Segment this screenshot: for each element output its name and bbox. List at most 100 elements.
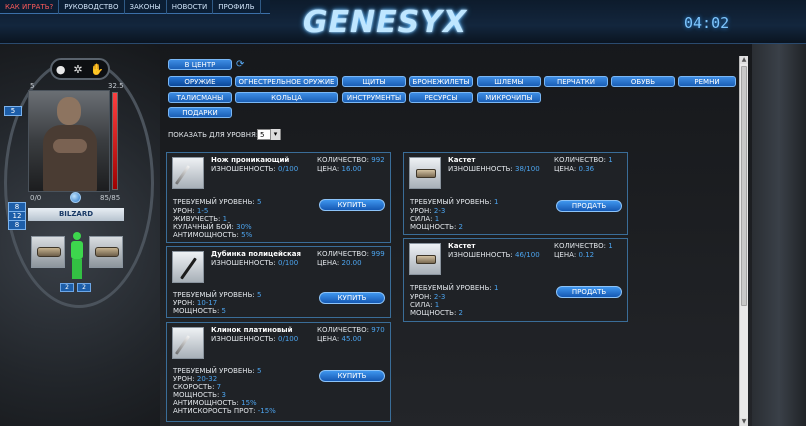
shop-item-card: Клинок платиновый ИЗНОШЕННОСТЬ: 0/100 КО… (166, 322, 391, 422)
item-stat: МОЩНОСТЬ: 2 (410, 309, 464, 317)
cat-gloves[interactable]: ПЕРЧАТКИ (544, 76, 608, 87)
shop-item-card: Нож проникающий ИЗНОШЕННОСТЬ: 0/100 КОЛИ… (166, 152, 391, 243)
scroll-thumb[interactable] (741, 66, 747, 306)
sell-button[interactable]: ПРОДАТЬ (556, 200, 622, 212)
item-price: ЦЕНА: 45.00 (317, 335, 362, 343)
item-stat: УРОН: 1-5 (173, 207, 209, 215)
item-stat: ТРЕБУЕМЫЙ УРОВЕНЬ: 5 (173, 367, 262, 375)
character-name[interactable]: BILZARD (28, 208, 124, 221)
gear-icon[interactable]: ✲ (73, 63, 82, 76)
item-name: Дубинка полицейская (211, 250, 301, 258)
game-clock: 04:02 (684, 14, 730, 32)
item-stat: ТРЕБУЕМЫЙ УРОВЕНЬ: 5 (173, 291, 262, 299)
hand-icon[interactable]: ✋ (90, 63, 104, 76)
item-stat: АНТИМОЩНОСТЬ: 5% (173, 231, 253, 239)
cat-tools[interactable]: ИНСТРУМЕНТЫ (342, 92, 406, 103)
item-stat: УРОН: 20-32 (173, 375, 218, 383)
item-quantity: КОЛИЧЕСТВО: 992 (317, 156, 385, 164)
buy-button[interactable]: КУПИТЬ (319, 292, 385, 304)
cat-helmets[interactable]: ШЛЕМЫ (477, 76, 541, 87)
buy-button[interactable]: КУПИТЬ (319, 199, 385, 211)
item-stat: ТРЕБУЕМЫЙ УРОВЕНЬ: 5 (173, 198, 262, 206)
item-stat: УРОН: 10-17 (173, 299, 218, 307)
cat-shields[interactable]: ЩИТЫ (342, 76, 406, 87)
buy-button[interactable]: КУПИТЬ (319, 370, 385, 382)
item-stat: УРОН: 2-3 (410, 293, 446, 301)
item-stat: ЖИВУЧЕСТЬ: 1 (173, 215, 228, 223)
item-name: Кастет (448, 156, 476, 164)
item-stat: СИЛА: 1 (410, 215, 440, 223)
item-price: ЦЕНА: 0.36 (554, 165, 595, 173)
knuckle-icon (95, 247, 119, 257)
item-stat: КУЛАЧНЫЙ БОЙ: 30% (173, 223, 252, 231)
health-value: 85/85 (100, 194, 121, 202)
to-center-button[interactable]: В ЦЕНТР (168, 59, 232, 70)
slot-count-left: 2 (60, 283, 74, 292)
right-hand-slot[interactable] (89, 236, 123, 268)
item-stat: УРОН: 2-3 (410, 207, 446, 215)
cat-belts[interactable]: РЕМНИ (678, 76, 736, 87)
item-price: ЦЕНА: 20.00 (317, 259, 362, 267)
top-nav: КАК ИГРАТЬ? РУКОВОДСТВО ЗАКОНЫ НОВОСТИ П… (0, 0, 270, 14)
cat-firearms[interactable]: ОГНЕСТРЕЛЬНОЕ ОРУЖИЕ (235, 76, 338, 87)
cat-armor[interactable]: БРОНЕЖИЛЕТЫ (409, 76, 473, 87)
item-quantity: КОЛИЧЕСТВО: 1 (554, 242, 613, 250)
nav-news[interactable]: НОВОСТИ (167, 0, 214, 14)
item-name: Кастет (448, 242, 476, 250)
item-durability: ИЗНОШЕННОСТЬ: 0/100 (211, 165, 299, 173)
character-portrait (28, 90, 110, 192)
item-stat: ТРЕБУЕМЫЙ УРОВЕНЬ: 1 (410, 284, 499, 292)
user-icon[interactable]: ● (56, 63, 66, 76)
right-frame (752, 44, 806, 426)
inventory-item-card: Кастет ИЗНОШЕННОСТЬ: 46/100 КОЛИЧЕСТВО: … (403, 238, 628, 322)
item-quantity: КОЛИЧЕСТВО: 970 (317, 326, 385, 334)
sell-button[interactable]: ПРОДАТЬ (556, 286, 622, 298)
item-stat: ТРЕБУЕМЫЙ УРОВЕНЬ: 1 (410, 198, 499, 206)
level-number: 5 (30, 82, 35, 90)
portrait-arms (53, 139, 87, 153)
scroll-down-icon[interactable]: ▼ (740, 418, 748, 426)
knife-icon (172, 157, 204, 189)
item-stat: СКОРОСТЬ: 7 (173, 383, 222, 391)
knuckle-icon (37, 247, 61, 257)
slot-count-right: 2 (77, 283, 91, 292)
item-stat: МОЩНОСТЬ: 3 (173, 391, 227, 399)
cat-resources[interactable]: РЕСУРСЫ (409, 92, 473, 103)
cat-weapons[interactable]: ОРУЖИЕ (168, 76, 232, 87)
top-bar: КАК ИГРАТЬ? РУКОВОДСТВО ЗАКОНЫ НОВОСТИ П… (0, 0, 806, 44)
cat-microchips[interactable]: МИКРОЧИПЫ (477, 92, 541, 103)
left-hand-slot[interactable] (31, 236, 65, 268)
nav-laws[interactable]: ЗАКОНЫ (125, 0, 167, 14)
cat-talismans[interactable]: ТАЛИСМАНЫ (168, 92, 232, 103)
cat-rings[interactable]: КОЛЬЦА (235, 92, 338, 103)
stat-tab-3[interactable]: 8 (8, 220, 26, 230)
baton-icon (172, 251, 204, 283)
cat-gifts[interactable]: ПОДАРКИ (168, 107, 232, 118)
body-figure-icon (69, 232, 85, 280)
nav-profile[interactable]: ПРОФИЛЬ (213, 0, 261, 14)
portrait-head (57, 97, 81, 125)
item-name: Нож проникающий (211, 156, 290, 164)
orb-icon[interactable] (70, 192, 81, 203)
item-quantity: КОЛИЧЕСТВО: 1 (554, 156, 613, 164)
item-durability: ИЗНОШЕННОСТЬ: 38/100 (448, 165, 540, 173)
shop-content: В ЦЕНТР ⟳ ОРУЖИЕ ОГНЕСТРЕЛЬНОЕ ОРУЖИЕ ЩИ… (162, 52, 738, 426)
shop-item-card: Дубинка полицейская ИЗНОШЕННОСТЬ: 0/100 … (166, 246, 391, 318)
item-durability: ИЗНОШЕННОСТЬ: 0/100 (211, 335, 299, 343)
content-scrollbar[interactable]: ▲ ▼ (739, 56, 748, 426)
hp-bar-fill (113, 93, 117, 189)
item-stat: МОЩНОСТЬ: 2 (410, 223, 464, 231)
genesyx-logo: GENESYX (302, 4, 468, 40)
side-tab[interactable]: 5 (4, 106, 22, 116)
refresh-icon[interactable]: ⟳ (236, 59, 244, 70)
item-stat: АНТИСКОРОСТЬ ПРОТ: -15% (173, 407, 276, 415)
nav-how-to-play[interactable]: КАК ИГРАТЬ? (0, 0, 60, 14)
item-durability: ИЗНОШЕННОСТЬ: 0/100 (211, 259, 299, 267)
hp-number: 32.5 (108, 82, 124, 90)
inventory-item-card: Кастет ИЗНОШЕННОСТЬ: 38/100 КОЛИЧЕСТВО: … (403, 152, 628, 235)
item-name: Клинок платиновый (211, 326, 293, 334)
cat-boots[interactable]: ОБУВЬ (611, 76, 675, 87)
nav-guide[interactable]: РУКОВОДСТВО (59, 0, 125, 14)
level-filter-select[interactable]: 5 (257, 129, 281, 140)
scroll-up-icon[interactable]: ▲ (740, 56, 748, 64)
